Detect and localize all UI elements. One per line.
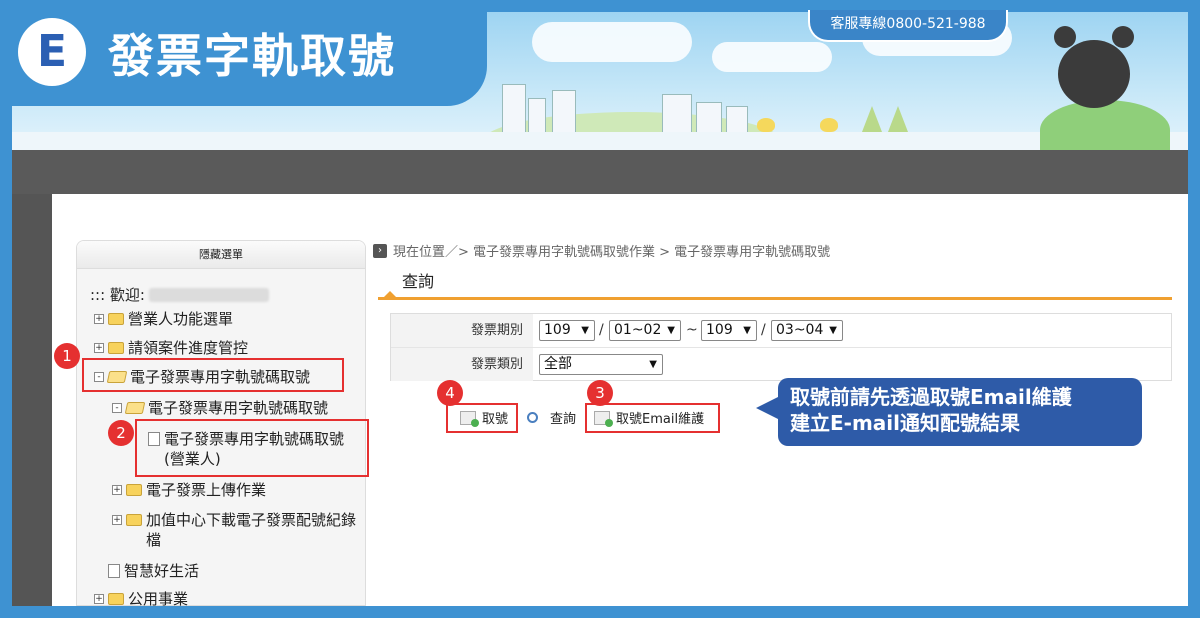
menu-item-label: 電子發票專用字軌號碼取號 (148, 399, 329, 417)
tree (888, 106, 908, 132)
app-logo: E (18, 18, 86, 86)
callout-pointer (756, 396, 780, 420)
tree (862, 106, 882, 132)
tab-underline (378, 297, 1172, 300)
month-from-select[interactable]: 01~02 ▼ (609, 320, 681, 341)
year-to-select[interactable]: 109 ▼ (701, 320, 757, 341)
instruction-callout: 取號前請先透過取號Email維護 建立E-mail通知配號結果 (778, 378, 1142, 446)
building (502, 84, 526, 134)
building (552, 90, 576, 134)
menu-item-download-record[interactable]: + 加值中心下載電子發票配號紀錄 (112, 509, 356, 530)
folder-open-icon (124, 401, 146, 414)
collapse-icon[interactable]: - (112, 402, 122, 413)
cloud (532, 22, 692, 62)
menu-item-business[interactable]: + 營業人功能選單 (94, 308, 233, 329)
duck (820, 118, 838, 132)
welcome-line: ::: 歡迎: (90, 284, 269, 305)
callout-line-1: 取號前請先透過取號Email維護 (790, 385, 1072, 409)
slash-separator: / (599, 322, 604, 338)
menu-item-label: 電子發票上傳作業 (146, 481, 267, 499)
dropdown-arrow-icon: ▼ (581, 325, 589, 336)
hide-menu-toggle[interactable]: 隱藏選單 (77, 241, 365, 269)
expand-icon[interactable]: + (112, 484, 122, 495)
menu-item-upload[interactable]: + 電子發票上傳作業 (112, 479, 266, 500)
menu-item-smart-life[interactable]: 智慧好生活 (108, 560, 199, 581)
logo-letter: E (36, 26, 68, 77)
step-badge-4: 4 (437, 380, 463, 406)
menu-item-label: 智慧好生活 (124, 562, 200, 580)
menu-item-label: 營業人功能選單 (128, 310, 234, 328)
folder-icon (108, 592, 124, 605)
folder-icon (126, 483, 142, 496)
menu-item-label: 檔 (146, 531, 162, 549)
expand-icon[interactable]: + (94, 313, 104, 324)
step-badge-2: 2 (108, 420, 134, 446)
highlight-box-step1 (82, 358, 344, 392)
query-form: 發票期別 109 ▼ / 01~02 ▼ ~ 109 ▼ / 03~04 ▼ 發票類別 … (390, 313, 1172, 381)
dropdown-arrow-icon: ▼ (829, 325, 837, 336)
menu-item-utilities[interactable]: + 公用事業 (94, 588, 188, 609)
building (696, 102, 722, 134)
tilde-separator: ~ (686, 322, 698, 338)
select-value: 03~04 (776, 322, 824, 338)
menu-item-label: 加值中心下載電子發票配號紀錄 (146, 511, 357, 529)
bear-mascot (1054, 20, 1138, 110)
menu-item-continued: 檔 (146, 529, 161, 550)
form-row-period: 發票期別 109 ▼ / 01~02 ▼ ~ 109 ▼ / 03~04 ▼ (391, 314, 1171, 348)
breadcrumb-arrow-icon: › (373, 243, 387, 258)
expand-icon[interactable]: + (112, 514, 122, 525)
breadcrumb-text: 現在位置／> 電子發票專用字軌號碼取號作業 > 電子發票專用字軌號碼取號 (393, 245, 831, 260)
service-hotline: 客服專線0800-521-988 (808, 10, 1008, 42)
month-to-select[interactable]: 03~04 ▼ (771, 320, 843, 341)
folder-icon (126, 513, 142, 526)
year-from-select[interactable]: 109 ▼ (539, 320, 595, 341)
breadcrumb: › 現在位置／> 電子發票專用字軌號碼取號作業 > 電子發票專用字軌號碼取號 (373, 241, 830, 260)
form-row-type: 發票類別 全部 ▼ (391, 348, 1171, 382)
button-label: 查詢 (550, 412, 577, 427)
welcome-label: ::: 歡迎: (90, 286, 145, 304)
period-label: 發票期別 (391, 314, 533, 347)
menu-item-label: 公用事業 (128, 590, 189, 608)
invoice-type-select[interactable]: 全部 ▼ (539, 354, 663, 375)
menu-item-label: 請領案件進度管控 (128, 339, 249, 357)
select-value: 01~02 (614, 322, 662, 338)
duck (757, 118, 775, 132)
menu-item-progress[interactable]: + 請領案件進度管控 (94, 337, 248, 358)
select-value: 109 (706, 322, 733, 338)
select-value: 全部 (544, 356, 572, 372)
expand-icon[interactable]: + (94, 342, 104, 353)
folder-icon (108, 341, 124, 354)
document-icon (108, 563, 120, 578)
bear-ear (1112, 26, 1134, 48)
folder-icon (108, 312, 124, 325)
title-badge: E 發票字軌取號 (0, 0, 487, 106)
select-value: 109 (544, 322, 571, 338)
step-badge-1: 1 (54, 343, 80, 369)
tab-query[interactable]: 查詢 (402, 268, 434, 292)
menu-subitem-einvoice[interactable]: - 電子發票專用字軌號碼取號 (112, 397, 328, 418)
bear-ear (1054, 26, 1076, 48)
dark-band (12, 150, 1188, 194)
page-title: 發票字軌取號 (108, 29, 396, 83)
user-name-blurred (148, 287, 269, 302)
highlight-box-step3 (585, 403, 720, 433)
cloud (712, 42, 832, 72)
highlight-box-step4 (446, 403, 518, 433)
callout-line-2: 建立E-mail通知配號結果 (790, 411, 1021, 435)
dropdown-arrow-icon: ▼ (649, 359, 657, 370)
building (726, 106, 748, 134)
building (662, 94, 692, 134)
building (528, 98, 546, 134)
type-label: 發票類別 (391, 348, 533, 381)
search-icon (527, 412, 538, 423)
bear-body (1058, 40, 1130, 108)
expand-icon[interactable]: + (94, 593, 104, 604)
step-badge-3: 3 (587, 380, 613, 406)
dropdown-arrow-icon: ▼ (667, 325, 675, 336)
dropdown-arrow-icon: ▼ (743, 325, 751, 336)
slash-separator: / (761, 322, 766, 338)
highlight-box-step2 (135, 419, 369, 477)
query-button[interactable]: 查詢 (527, 408, 576, 427)
dark-band-left (12, 194, 52, 606)
